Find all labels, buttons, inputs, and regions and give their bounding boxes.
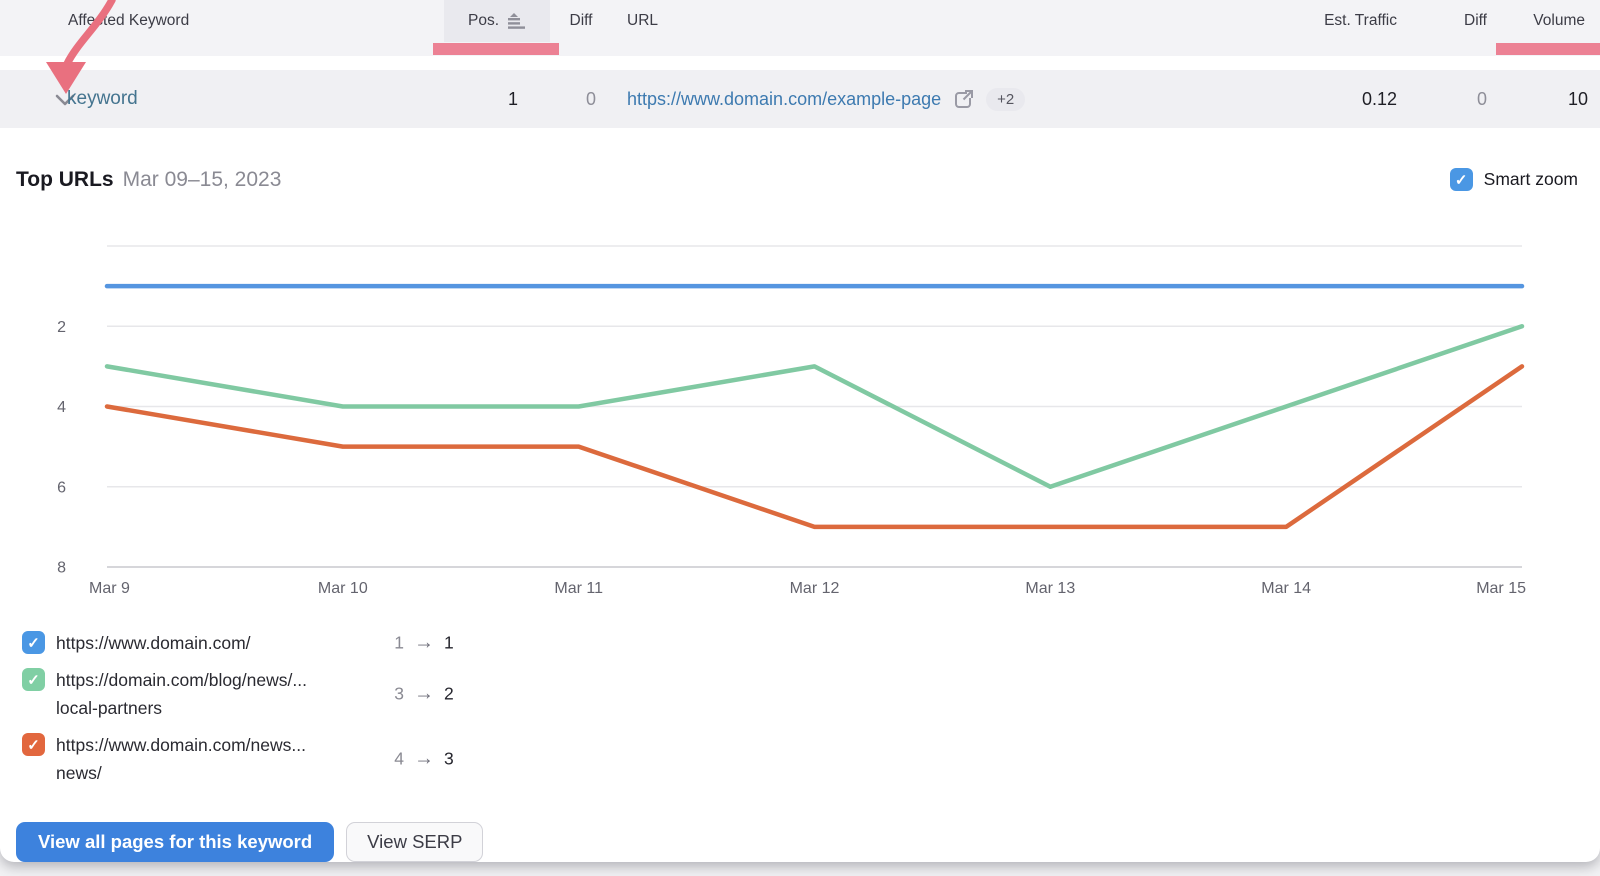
position-from: 1 [390, 633, 404, 654]
arrow-right-icon: → [414, 748, 434, 771]
view-serp-button[interactable]: View SERP [346, 822, 483, 862]
svg-text:Mar 13: Mar 13 [1025, 580, 1075, 597]
svg-text:Mar 15: Mar 15 [1476, 580, 1526, 597]
header-url[interactable]: URL [627, 0, 658, 42]
more-urls-badge[interactable]: +2 [986, 88, 1025, 111]
positions-line-chart: 2 4 6 8 Mar 9 Mar 10 Mar 11 Mar 12 Mar 13 Mar 14 M… [0, 228, 1600, 606]
external-link-icon[interactable] [953, 89, 974, 110]
legend-item: ✓ https://www.domain.com/ 1 → 1 [22, 629, 542, 657]
url-link[interactable]: https://www.domain.com/example-page [627, 89, 941, 110]
legend-checkbox-blue[interactable]: ✓ [22, 631, 45, 654]
header-diff-volume[interactable]: Diff [1437, 0, 1487, 42]
svg-text:6: 6 [57, 479, 66, 496]
header-pos[interactable]: Pos. [444, 0, 550, 42]
svg-text:8: 8 [57, 560, 66, 577]
highlight-bar-pos [433, 43, 559, 55]
svg-text:Mar 14: Mar 14 [1261, 580, 1311, 597]
sort-ascending-icon [506, 13, 526, 29]
section-date-range: Mar 09–15, 2023 [123, 168, 282, 192]
smart-zoom-toggle[interactable]: ✓ Smart zoom [1450, 168, 1578, 191]
position-from: 4 [390, 749, 404, 770]
chart-legend: ✓ https://www.domain.com/ 1 → 1 ✓ https:… [22, 629, 542, 796]
keyword-row: keyword 1 0 https://www.domain.com/examp… [0, 70, 1600, 128]
panel: Affected Keyword Pos. Diff URL Est. Traf… [0, 0, 1600, 862]
diff-pos-value: 0 [546, 70, 596, 128]
position-to: 2 [444, 684, 454, 705]
pos-value: 1 [438, 70, 518, 128]
view-all-pages-button[interactable]: View all pages for this keyword [16, 822, 334, 862]
svg-text:Mar 9: Mar 9 [89, 580, 130, 597]
svg-text:Mar 11: Mar 11 [554, 580, 603, 597]
header-pos-label: Pos. [468, 12, 499, 30]
legend-url: https://www.domain.com/ [56, 629, 386, 657]
header-affected-keyword[interactable]: Affected Keyword [68, 0, 189, 42]
svg-text:Mar 10: Mar 10 [318, 580, 368, 597]
smart-zoom-label: Smart zoom [1484, 169, 1578, 190]
svg-text:2: 2 [57, 319, 66, 336]
position-change: 3 → 2 [390, 683, 454, 706]
position-change: 4 → 3 [390, 748, 454, 771]
svg-text:4: 4 [57, 399, 66, 416]
arrow-right-icon: → [414, 632, 434, 655]
smart-zoom-checkbox[interactable]: ✓ [1450, 168, 1473, 191]
header-volume[interactable]: Volume [1485, 0, 1585, 42]
legend-item: ✓ https://www.domain.com/news... news/ 4… [22, 731, 542, 787]
legend-checkbox-orange[interactable]: ✓ [22, 733, 45, 756]
svg-text:Mar 12: Mar 12 [790, 580, 840, 597]
legend-url-line2: local-partners [56, 694, 386, 722]
arrow-right-icon: → [414, 683, 434, 706]
keyword-link[interactable]: keyword [67, 70, 138, 128]
legend-item: ✓ https://domain.com/blog/news/... local… [22, 666, 542, 722]
section-title: Top URLs [16, 168, 114, 192]
table-header-row: Affected Keyword Pos. Diff URL Est. Traf… [0, 0, 1600, 56]
legend-checkbox-green[interactable]: ✓ [22, 668, 45, 691]
volume-value: 10 [1488, 70, 1588, 128]
highlight-bar-volume [1496, 43, 1600, 55]
legend-url: https://www.domain.com/news... [56, 731, 386, 759]
position-to: 3 [444, 749, 454, 770]
diff-volume-value: 0 [1437, 70, 1487, 128]
position-from: 3 [390, 684, 404, 705]
legend-url-line2: news/ [56, 759, 386, 787]
est-traffic-value: 0.12 [1297, 70, 1397, 128]
position-change: 1 → 1 [390, 632, 454, 655]
position-to: 1 [444, 633, 454, 654]
header-est-traffic[interactable]: Est. Traffic [1247, 0, 1397, 42]
legend-url: https://domain.com/blog/news/... [56, 666, 386, 694]
header-diff-pos[interactable]: Diff [551, 0, 611, 42]
